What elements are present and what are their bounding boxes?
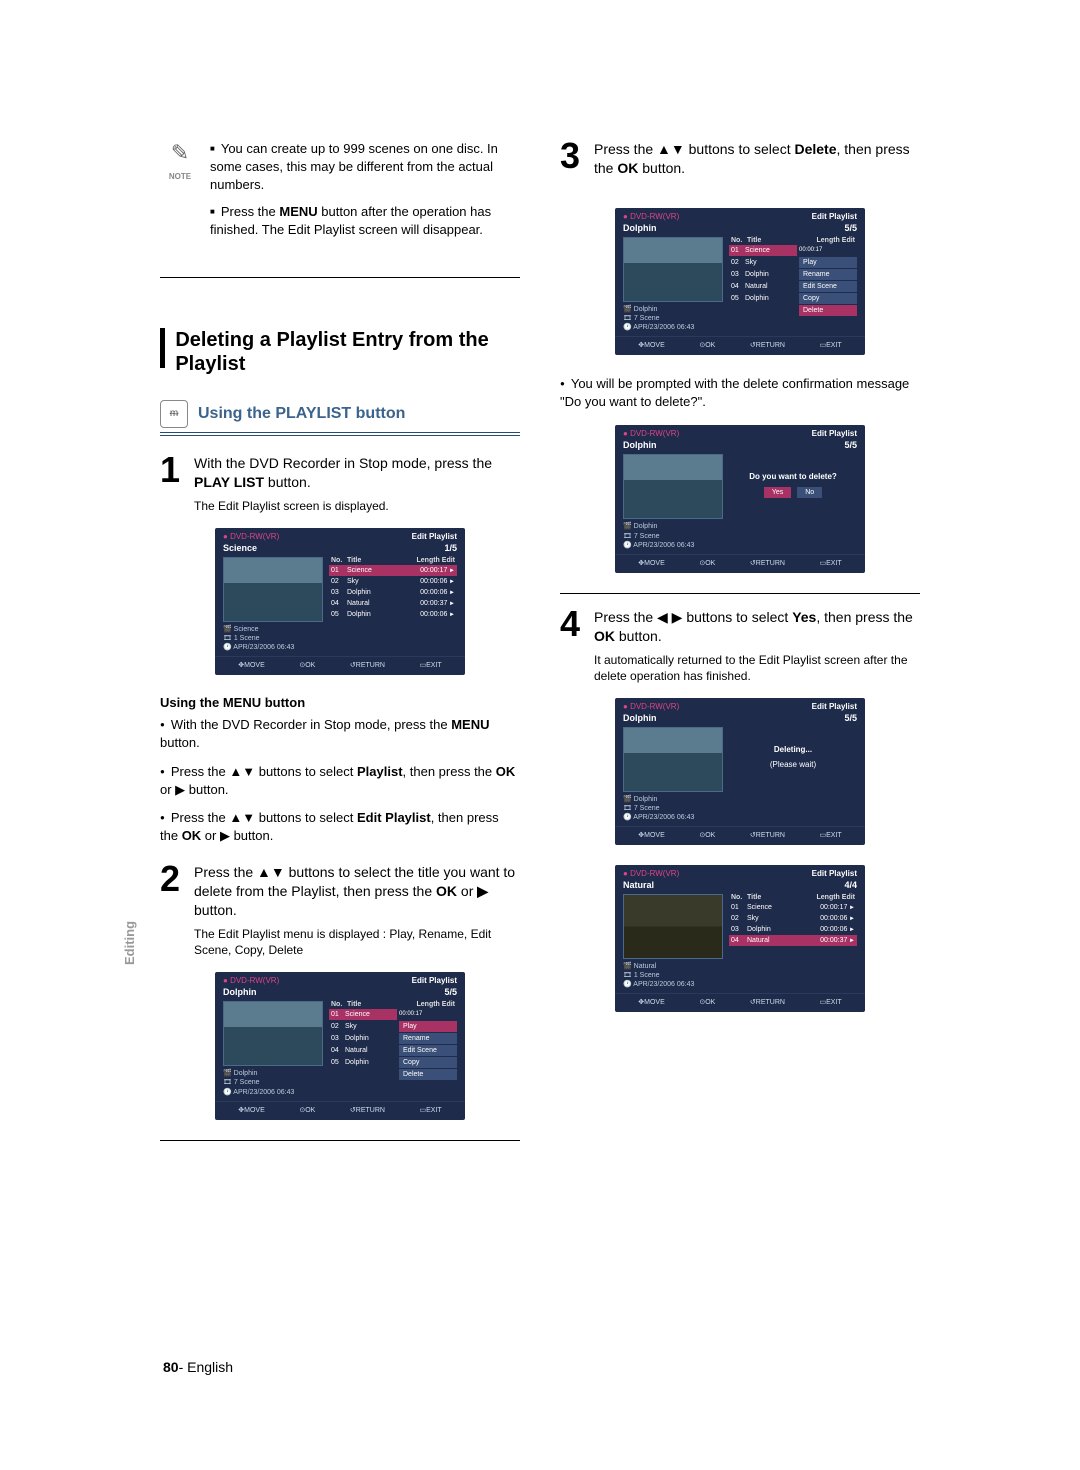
- ui-edit-playlist-list: DVD-RW(VR)Edit Playlist Science1/5 🎬 Sci…: [215, 528, 465, 675]
- section-heading: Deleting a Playlist Entry from the Playl…: [160, 328, 520, 376]
- menu-item: Press the ▲▼ buttons to select Edit Play…: [160, 809, 520, 845]
- step-3: 3 Press the ▲▼ buttons to select Delete,…: [560, 140, 920, 178]
- step-2: 2 Press the ▲▼ buttons to select the tit…: [160, 863, 520, 920]
- step-1-sub: The Edit Playlist screen is displayed.: [194, 498, 520, 514]
- ui-confirm-delete: DVD-RW(VR)Edit Playlist Dolphin5/5 🎬 Dol…: [615, 425, 865, 572]
- thumbnail: [623, 894, 723, 959]
- menu-item: With the DVD Recorder in Stop mode, pres…: [160, 716, 520, 752]
- playlist-button-icon: ᵯ: [160, 400, 188, 428]
- blue-divider: [160, 432, 520, 436]
- page-footer: 80- English: [163, 1359, 233, 1375]
- no-button[interactable]: No: [797, 487, 822, 498]
- step-4-sub: It automatically returned to the Edit Pl…: [594, 652, 920, 684]
- note-list: You can create up to 999 scenes on one d…: [210, 140, 520, 247]
- side-tab: Editing: [122, 921, 137, 965]
- ui-after-delete: DVD-RW(VR)Edit Playlist Natural4/4 🎬 Nat…: [615, 865, 865, 1012]
- ui-delete-selected: DVD-RW(VR)Edit Playlist Dolphin5/5 🎬 Dol…: [615, 208, 865, 355]
- divider: [160, 277, 520, 278]
- note-item: Press the MENU button after the operatio…: [210, 203, 520, 239]
- divider: [560, 593, 920, 594]
- step-4: 4 Press the ◀ ▶ buttons to select Yes, t…: [560, 608, 920, 646]
- thumbnail: [223, 1001, 323, 1066]
- step-1: 1 With the DVD Recorder in Stop mode, pr…: [160, 454, 520, 492]
- thumbnail: [623, 727, 723, 792]
- divider: [160, 1140, 520, 1141]
- ui-edit-playlist-menu: DVD-RW(VR)Edit Playlist Dolphin5/5 🎬 Dol…: [215, 972, 465, 1119]
- note-item: You can create up to 999 scenes on one d…: [210, 140, 520, 195]
- thumbnail: [223, 557, 323, 622]
- note-icon: ✎: [160, 140, 200, 166]
- ui-deleting: DVD-RW(VR)Edit Playlist Dolphin5/5 🎬 Dol…: [615, 698, 865, 845]
- menu-item: Press the ▲▼ buttons to select Playlist,…: [160, 763, 520, 799]
- thumbnail: [623, 454, 723, 519]
- sub-heading: ᵯ Using the PLAYLIST button: [160, 400, 520, 428]
- menu-sub-head: Using the MENU button: [160, 695, 520, 710]
- note-label: NOTE: [169, 172, 191, 181]
- thumbnail: [623, 237, 723, 302]
- yes-button[interactable]: Yes: [764, 487, 791, 498]
- step-2-sub: The Edit Playlist menu is displayed : Pl…: [194, 926, 520, 958]
- confirm-text: You will be prompted with the delete con…: [560, 375, 920, 411]
- note-block: ✎ NOTE You can create up to 999 scenes o…: [160, 140, 520, 247]
